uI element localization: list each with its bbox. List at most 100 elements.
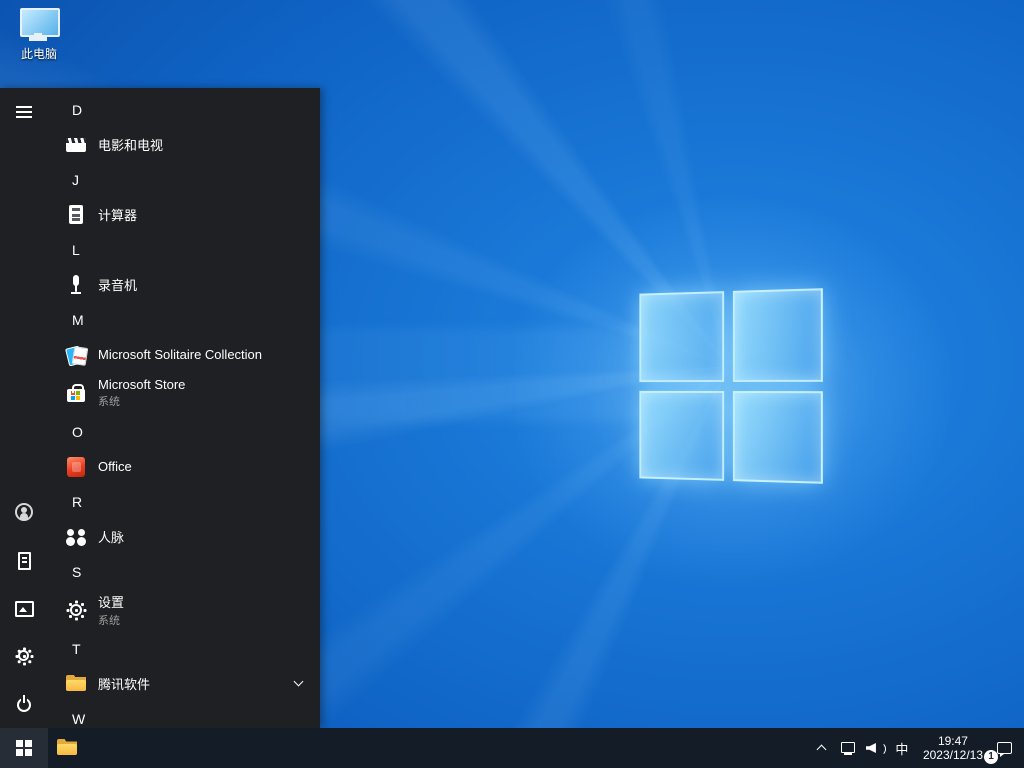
- app-label: 录音机: [98, 278, 138, 293]
- section-header-L[interactable]: L: [48, 232, 320, 267]
- app-subtitle: 系统: [98, 615, 120, 627]
- section-letter: D: [72, 101, 83, 118]
- system-tray: 中 19:47 2023/12/13 1: [809, 728, 1024, 768]
- section-header-R[interactable]: R: [48, 484, 320, 519]
- chevron-down-icon: [294, 677, 304, 687]
- app-item[interactable]: 设置 系统: [48, 589, 320, 631]
- taskbar-clock[interactable]: 19:47 2023/12/13: [915, 734, 991, 762]
- desktop: 此电脑 D 电影和电视 J 计算器 L 录音机 M Microsoft Solitaire C…: [0, 0, 1024, 768]
- section-header-W[interactable]: W: [48, 701, 320, 728]
- notification-bubble-icon: [996, 740, 1013, 757]
- clock-time: 19:47: [937, 734, 968, 748]
- hero-pane: [639, 291, 725, 382]
- app-label: Microsoft Solitaire Collection: [98, 347, 263, 362]
- office-icon: [64, 455, 88, 479]
- ime-indicator[interactable]: 中: [889, 728, 915, 768]
- section-header-J[interactable]: J: [48, 162, 320, 197]
- app-label: Office: [98, 459, 132, 474]
- user-account-icon: [14, 502, 34, 522]
- app-label: 电影和电视: [98, 138, 164, 153]
- movies-tv-icon: [64, 133, 88, 157]
- app-text: Microsoft Store 系统: [98, 377, 185, 409]
- start-app-list: D 电影和电视 J 计算器 L 录音机 M Microsoft Solitaire Colle…: [48, 88, 320, 728]
- people-icon: [64, 525, 88, 549]
- computer-icon: [19, 8, 60, 42]
- hero-pane: [732, 390, 823, 484]
- section-letter: M: [72, 311, 84, 328]
- app-text: Microsoft Solitaire Collection: [98, 347, 262, 362]
- section-header-M[interactable]: M: [48, 302, 320, 337]
- app-text: Office: [98, 459, 132, 474]
- settings-gear-icon: [14, 646, 34, 666]
- settings-icon: [64, 598, 88, 622]
- notification-badge: 1: [984, 750, 998, 764]
- app-item[interactable]: 腾讯软件: [48, 666, 320, 701]
- chevron-up-icon: [816, 742, 828, 754]
- rail-button-hamburger[interactable]: [0, 88, 48, 136]
- hero-pane: [639, 390, 725, 481]
- section-header-S[interactable]: S: [48, 554, 320, 589]
- section-header-T[interactable]: T: [48, 631, 320, 666]
- section-letter: S: [72, 563, 82, 580]
- store-icon: [64, 381, 88, 405]
- app-label: 腾讯软件: [98, 677, 151, 692]
- rail-button-pictures[interactable]: [0, 584, 48, 632]
- windows-logo-icon: [16, 740, 32, 756]
- section-header-D[interactable]: D: [48, 92, 320, 127]
- windows-hero-logo: [639, 288, 823, 484]
- file-explorer-icon: [55, 736, 79, 760]
- documents-icon: [14, 550, 34, 570]
- app-item[interactable]: Microsoft Store 系统: [48, 372, 320, 414]
- section-letter: J: [72, 171, 79, 188]
- calculator-icon: [64, 203, 88, 227]
- app-text: 计算器: [98, 205, 137, 224]
- clock-date: 2023/12/13: [922, 748, 983, 762]
- pictures-icon: [14, 598, 34, 618]
- app-item[interactable]: Office: [48, 449, 320, 484]
- voice-recorder-icon: [64, 273, 88, 297]
- app-label: 人脉: [98, 530, 125, 545]
- section-letter: R: [72, 493, 83, 510]
- solitaire-icon: [64, 343, 88, 367]
- start-menu-rail: [0, 88, 48, 728]
- app-item[interactable]: 录音机: [48, 267, 320, 302]
- section-letter: L: [72, 241, 80, 258]
- app-label: 计算器: [98, 208, 138, 223]
- tray-network-button[interactable]: [835, 728, 861, 768]
- rail-button-settings-gear[interactable]: [0, 632, 48, 680]
- app-item[interactable]: 人脉: [48, 519, 320, 554]
- app-text: 腾讯软件: [98, 674, 150, 693]
- app-item[interactable]: 电影和电视: [48, 127, 320, 162]
- taskbar-file-explorer[interactable]: [48, 728, 96, 768]
- speaker-icon: [866, 740, 886, 756]
- rail-button-power[interactable]: [0, 680, 48, 728]
- app-label: Microsoft Store: [98, 377, 186, 392]
- taskbar: 中 19:47 2023/12/13 1: [0, 728, 1024, 768]
- app-item[interactable]: Microsoft Solitaire Collection: [48, 337, 320, 372]
- rail-bottom: [0, 488, 48, 728]
- power-icon: [14, 694, 34, 714]
- app-text: 设置 系统: [98, 592, 124, 628]
- tray-volume-button[interactable]: [861, 728, 889, 768]
- action-center-button[interactable]: 1: [984, 728, 1018, 768]
- rail-button-user-account[interactable]: [0, 488, 48, 536]
- folder-icon: [64, 672, 88, 696]
- start-menu: D 电影和电视 J 计算器 L 录音机 M Microsoft Solitaire Colle…: [0, 88, 320, 728]
- app-text: 电影和电视: [98, 135, 163, 154]
- section-letter: W: [72, 710, 86, 727]
- app-item[interactable]: 计算器: [48, 197, 320, 232]
- section-letter: O: [72, 423, 83, 440]
- section-letter: T: [72, 640, 81, 657]
- desktop-icon-this-pc[interactable]: 此电脑: [10, 8, 68, 62]
- app-text: 人脉: [98, 527, 124, 546]
- hamburger-menu-icon: [14, 102, 34, 122]
- app-subtitle: 系统: [98, 396, 120, 408]
- display-network-icon: [840, 740, 856, 756]
- tray-chevron-button[interactable]: [809, 728, 835, 768]
- rail-button-documents[interactable]: [0, 536, 48, 584]
- app-text: 录音机: [98, 275, 137, 294]
- app-label: 设置: [98, 595, 125, 610]
- section-header-O[interactable]: O: [48, 414, 320, 449]
- desktop-icon-label: 此电脑: [20, 47, 57, 61]
- start-button[interactable]: [0, 728, 48, 768]
